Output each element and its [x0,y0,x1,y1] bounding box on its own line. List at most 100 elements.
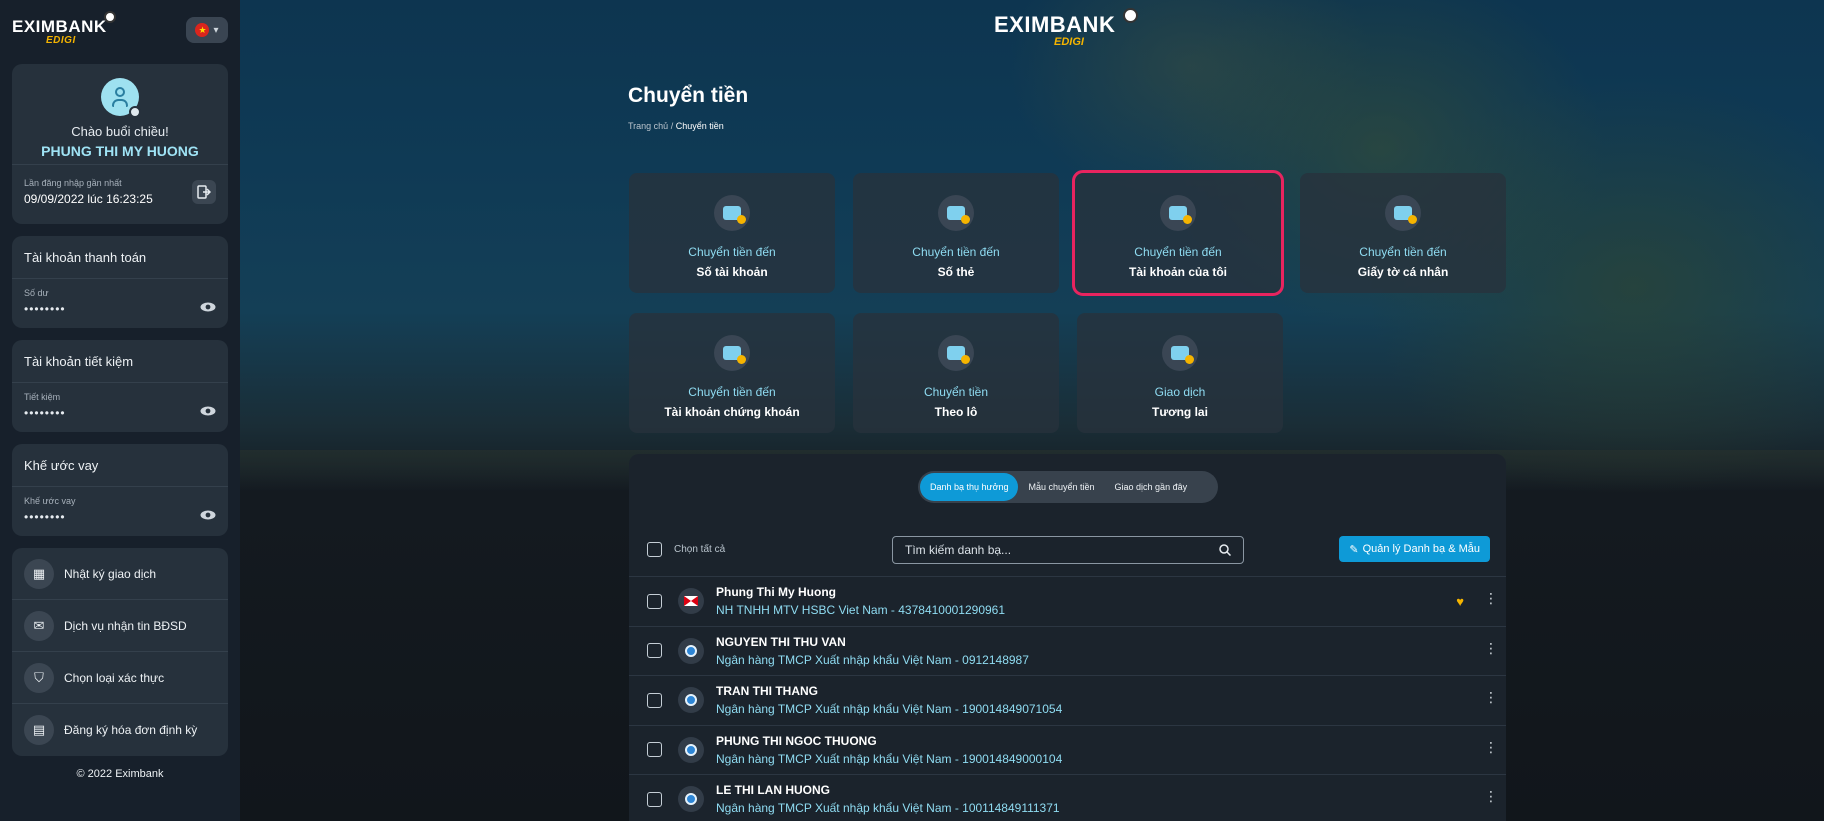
contact-row[interactable]: PHUNG THI NGOC THUONG Ngân hàng TMCP Xuấ… [629,724,1506,775]
logo-brand: EXIMBANK [12,17,107,36]
icon-glyph [723,346,746,364]
manage-contacts-button[interactable]: ✎ Quản lý Danh bạ & Mẫu [1339,536,1490,562]
eximbank-logo[interactable]: EXIMBANK EDIGI [12,11,122,47]
tab-recent-transactions[interactable]: Giao dịch gần đây [1105,473,1198,501]
contact-name: LE THI LAN HUONG [716,783,830,798]
tile-personal-id[interactable]: Chuyển tiền đến Giấy tờ cá nhân [1300,173,1506,293]
row-checkbox[interactable] [647,791,662,807]
tile-line1: Chuyển tiền đến [1359,245,1447,259]
last-login-label: Lần đăng nhập gần nhất [24,178,122,188]
hsbc-logo-icon [678,588,704,615]
row-checkbox[interactable] [647,643,662,659]
more-options-icon[interactable]: ⋮ [1484,740,1498,754]
contact-detail: Ngân hàng TMCP Xuất nhập khẩu Việt Nam -… [716,801,1060,816]
sidebar-header: EXIMBANK EDIGI ★ ▾ [12,11,228,48]
eximbank-logo-icon [678,637,704,664]
breadcrumb-home[interactable]: Trang chủ [628,121,668,131]
profile-card: Chào buổi chiều! PHUNG THI MY HUONG Lần … [12,64,228,224]
account-loan[interactable]: Khế ước vay Khế ước vay •••••••• [12,444,228,536]
id-card-icon [1385,195,1421,231]
menu-item-transaction-log[interactable]: ▦ Nhật ký giao dịch [12,548,228,600]
contact-name: TRAN THI THANG [716,684,818,699]
more-options-icon[interactable]: ⋮ [1484,789,1498,803]
account-payment[interactable]: Tài khoản thanh toán Số dư •••••••• [12,236,228,328]
tile-line2: Theo lô [934,405,978,419]
contacts-panel: Danh bạ thụ hưởng Mẫu chuyển tiền Giao d… [629,454,1506,821]
batch-icon [938,335,974,371]
last-login-value: 09/09/2022 lúc 16:23:25 [24,192,153,206]
eximbank-logo-icon [678,736,704,763]
icon-glyph [1394,206,1417,224]
menu-item-recurring-bill[interactable]: ▤ Đăng ký hóa đơn định kỳ [12,704,228,756]
avatar-badge-icon [129,106,141,118]
icon-glyph [1169,206,1192,224]
contact-name: Phung Thi My Huong [716,585,836,600]
tile-batch-transfer[interactable]: Chuyển tiền Theo lô [853,313,1059,433]
row-checkbox[interactable] [647,742,662,758]
menu-item-sms-service[interactable]: ✉ Dịch vụ nhận tin BĐSD [12,600,228,652]
contact-row[interactable]: LE THI LAN HUONG Ngân hàng TMCP Xuất nhậ… [629,774,1506,821]
language-selector[interactable]: ★ ▾ [186,17,228,43]
tab-transfer-templates[interactable]: Mẫu chuyển tiền [1018,473,1104,501]
hsbc-glyph [684,596,698,607]
pencil-icon: ✎ [1349,543,1359,556]
contact-name: PHUNG THI NGOC THUONG [716,733,877,748]
tile-line2: Số tài khoản [696,265,768,279]
tab-beneficiaries[interactable]: Danh bạ thụ hưởng [920,473,1019,501]
globe-glyph [685,644,697,657]
row-checkbox[interactable] [647,593,662,609]
contact-row[interactable]: NGUYEN THI THU VAN Ngân hàng TMCP Xuất n… [629,625,1506,676]
more-options-icon[interactable]: ⋮ [1484,690,1498,704]
account-savings[interactable]: Tài khoản tiết kiệm Tiết kiệm •••••••• [12,340,228,432]
breadcrumb-current: Chuyển tiền [675,121,724,131]
tile-securities-account[interactable]: Chuyển tiền đến Tài khoản chứng khoán [629,313,835,433]
select-all[interactable]: Chọn tất cả [647,542,725,557]
search-box [892,536,1244,564]
sidebar-menu: ▦ Nhật ký giao dịch ✉ Dịch vụ nhận tin B… [12,548,228,756]
eye-icon[interactable] [200,302,216,312]
tile-line1: Chuyển tiền đến [1134,245,1222,259]
my-account-icon [1160,195,1196,231]
tile-card-number[interactable]: Chuyển tiền đến Số thẻ [853,173,1059,293]
eximbank-logo-icon [678,687,704,714]
tile-line1: Giao dịch [1154,385,1206,399]
sidebar: EXIMBANK EDIGI ★ ▾ Chào buổi chiều! PHUN… [0,0,240,821]
account-balance-hidden: •••••••• [24,302,66,316]
logout-button[interactable] [192,180,216,204]
user-name: PHUNG THI MY HUONG [41,143,199,159]
contact-info: TRAN THI THANG Ngân hàng TMCP Xuất nhập … [716,684,1062,716]
tile-line1: Chuyển tiền đến [912,245,1000,259]
account-sub-label: Khế ước vay [24,496,76,506]
contact-row[interactable]: TRAN THI THANG Ngân hàng TMCP Xuất nhập … [629,675,1506,725]
account-title: Tài khoản tiết kiệm [24,354,134,369]
menu-item-auth-type[interactable]: ⛉ Chọn loại xác thực [12,652,228,704]
favorite-heart-icon[interactable]: ♥ [1456,594,1464,609]
greeting: Chào buổi chiều! [71,124,169,139]
search-icon[interactable] [1219,544,1231,556]
eye-icon[interactable] [200,510,216,520]
more-options-icon[interactable]: ⋮ [1484,591,1498,605]
menu-item-label: Chọn loại xác thực [64,670,165,685]
menu-item-label: Đăng ký hóa đơn định kỳ [64,723,198,737]
select-all-checkbox[interactable] [647,542,662,557]
breadcrumb: Trang chủ / Chuyển tiền [628,121,724,131]
card-icon [938,195,974,231]
menu-item-label: Nhật ký giao dịch [64,566,157,581]
more-options-icon[interactable]: ⋮ [1484,641,1498,655]
contact-row[interactable]: Phung Thi My Huong NH TNHH MTV HSBC Viet… [629,576,1506,626]
divider [12,382,228,383]
row-checkbox[interactable] [647,692,662,708]
future-icon [1162,335,1198,371]
message-icon: ✉ [24,610,54,641]
contact-info: NGUYEN THI THU VAN Ngân hàng TMCP Xuất n… [716,635,1029,667]
globe-glyph [685,694,697,707]
search-input[interactable] [905,543,1219,557]
tile-my-account[interactable]: Chuyển tiền đến Tài khoản của tôi [1072,170,1284,296]
eye-icon[interactable] [200,406,216,416]
vietnam-flag-icon: ★ [195,23,210,37]
tile-account-number[interactable]: Chuyển tiền đến Số tài khoản [629,173,835,293]
avatar[interactable] [101,78,141,118]
contact-detail: Ngân hàng TMCP Xuất nhập khẩu Việt Nam -… [716,652,1029,667]
header-logo[interactable]: EXIMBANK EDIGI [994,8,1144,48]
tile-future-transaction[interactable]: Giao dịch Tương lai [1077,313,1283,433]
